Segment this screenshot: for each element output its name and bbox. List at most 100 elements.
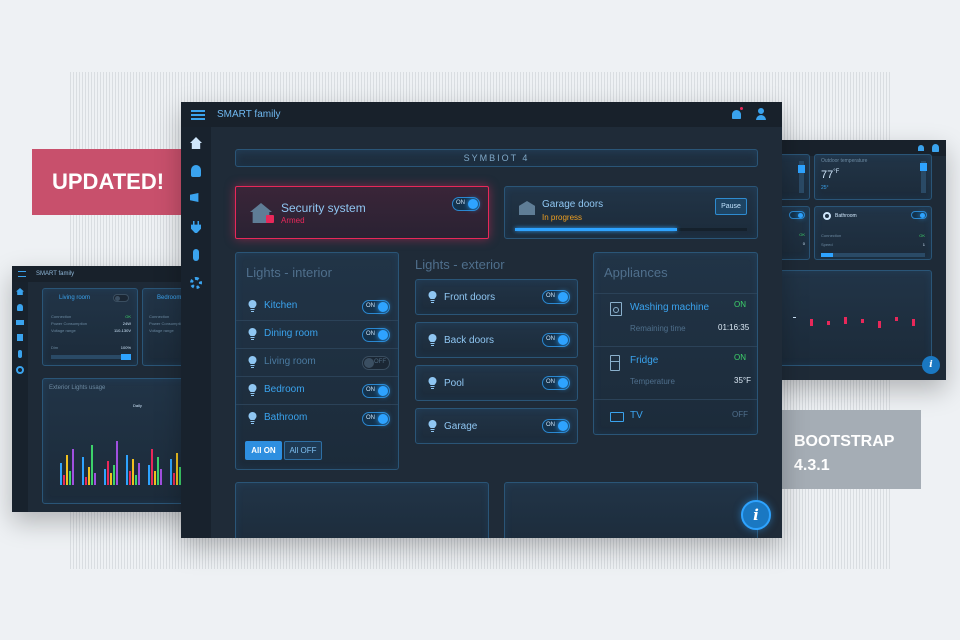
toggle-text: ON bbox=[546, 422, 555, 428]
light-toggle[interactable]: ON bbox=[362, 412, 390, 426]
bell-icon[interactable] bbox=[732, 110, 741, 119]
chart-bar bbox=[104, 469, 106, 485]
thermometer-icon[interactable] bbox=[193, 249, 199, 261]
chart-bar bbox=[126, 455, 128, 485]
speed-bar[interactable] bbox=[821, 253, 925, 257]
row-label: Speed bbox=[821, 242, 833, 247]
chart-title: Exterior Lights usage bbox=[49, 385, 106, 391]
temperature-label: Outdoor temperature bbox=[821, 158, 868, 164]
light-label: Living room bbox=[264, 356, 316, 367]
bootstrap-badge: BOOTSTRAP 4.3.1 bbox=[780, 410, 921, 489]
appliance-state: ON bbox=[734, 300, 746, 309]
dim-row: Dim 100% bbox=[51, 345, 131, 350]
appliance-state: OFF bbox=[732, 410, 748, 419]
light-toggle[interactable]: ON bbox=[362, 384, 390, 398]
bell-icon[interactable] bbox=[918, 145, 924, 151]
interior-light-row: Living room OFF bbox=[236, 349, 398, 377]
row-label: Power Consumption bbox=[51, 321, 88, 326]
info-button[interactable]: i bbox=[741, 500, 771, 530]
light-toggle[interactable]: ON bbox=[362, 300, 390, 314]
bottom-panel-right bbox=[504, 482, 758, 538]
home-icon[interactable] bbox=[190, 137, 202, 149]
bulb-icon[interactable] bbox=[191, 165, 201, 177]
app-title: SMART family bbox=[217, 109, 281, 120]
toggle-text: ON bbox=[366, 387, 375, 393]
garage-progress-track bbox=[515, 228, 747, 231]
menu-icon[interactable] bbox=[191, 109, 205, 120]
chart-bar bbox=[154, 471, 156, 485]
chart-bar bbox=[91, 445, 93, 485]
left-app-title: SMART family bbox=[36, 271, 75, 277]
toggle-text: ON bbox=[366, 331, 375, 337]
security-system-card[interactable]: Security system Armed ON bbox=[235, 186, 489, 239]
light-toggle[interactable]: ON bbox=[542, 333, 570, 347]
row-label: Voltage range bbox=[51, 328, 76, 333]
security-toggle[interactable]: ON bbox=[452, 197, 480, 211]
row-value: 0 bbox=[802, 241, 805, 246]
temperature-slider[interactable] bbox=[920, 161, 927, 193]
chart-bar bbox=[88, 467, 90, 485]
exterior-light-card: Garage ON bbox=[415, 408, 578, 444]
chart-bar bbox=[129, 471, 131, 485]
chart-bar bbox=[135, 475, 137, 485]
light-toggle[interactable]: ON bbox=[362, 328, 390, 342]
gear-icon[interactable] bbox=[190, 277, 202, 289]
chart-bar bbox=[113, 465, 115, 485]
all-off-button[interactable]: All OFF bbox=[284, 441, 322, 460]
left-card-toggle[interactable] bbox=[113, 294, 129, 302]
chart-bar bbox=[94, 473, 96, 485]
light-toggle[interactable]: ON bbox=[542, 290, 570, 304]
chart-bar bbox=[157, 457, 159, 485]
left-topbar: SMART family bbox=[12, 266, 192, 282]
chart-subtitle: Daily bbox=[133, 403, 142, 408]
light-label: Bedroom bbox=[264, 384, 305, 395]
chart-bar bbox=[148, 465, 150, 485]
chart-bar bbox=[173, 473, 175, 485]
chart-bar bbox=[151, 449, 153, 485]
bulb-icon[interactable] bbox=[17, 304, 23, 311]
camera-icon[interactable] bbox=[16, 320, 24, 325]
thermometer-icon[interactable] bbox=[18, 350, 22, 358]
dim-label: Dim bbox=[51, 345, 59, 350]
plug-icon[interactable] bbox=[17, 334, 23, 341]
toggle-text: OFF bbox=[374, 359, 386, 365]
light-toggle[interactable]: ON bbox=[542, 419, 570, 433]
washing-machine-icon bbox=[610, 302, 622, 316]
gear-icon[interactable] bbox=[16, 366, 24, 374]
row-value: 110-130V bbox=[113, 328, 131, 333]
menu-icon[interactable] bbox=[18, 271, 26, 277]
row-label: Connection bbox=[51, 314, 72, 319]
bottom-panel-left bbox=[235, 482, 489, 538]
left-card-living-room: Living room Connection OK Power Consumpti… bbox=[42, 288, 138, 366]
all-on-button[interactable]: All ON bbox=[245, 441, 282, 460]
camera-icon[interactable] bbox=[190, 193, 199, 202]
pause-button[interactable]: Pause bbox=[715, 198, 747, 215]
light-label: Back doors bbox=[444, 335, 495, 346]
right-mini-chart bbox=[793, 317, 915, 328]
banner-logo: SYMBIOT 4 bbox=[463, 153, 530, 163]
user-icon[interactable] bbox=[756, 108, 766, 120]
info-button[interactable]: i bbox=[922, 356, 940, 374]
left-preview-screen: SMART family Living room Connection OK Po… bbox=[12, 266, 192, 512]
plug-icon[interactable] bbox=[191, 221, 201, 233]
garage-progress-fill bbox=[515, 228, 678, 231]
light-toggle[interactable]: OFF bbox=[362, 356, 390, 370]
garage-doors-title: Garage doors bbox=[542, 199, 604, 210]
vertical-slider[interactable] bbox=[798, 161, 805, 193]
dim-slider[interactable] bbox=[51, 354, 131, 360]
temperature-readout: 77°F bbox=[821, 169, 839, 181]
home-icon[interactable] bbox=[16, 288, 24, 295]
light-label: Bathroom bbox=[264, 412, 308, 423]
right-card-a-toggle[interactable] bbox=[789, 211, 805, 219]
main-dashboard-screen: SMART family SYMBIOT 4 Security system A… bbox=[181, 102, 782, 538]
interior-light-row: Bathroom ON bbox=[236, 405, 398, 433]
appliance-sub-value: 01:16:35 bbox=[718, 323, 750, 332]
user-icon[interactable] bbox=[932, 144, 939, 152]
light-toggle[interactable]: ON bbox=[542, 376, 570, 390]
bootstrap-version: 4.3.1 bbox=[794, 457, 830, 474]
row-label: Connection bbox=[149, 314, 170, 319]
bathroom-toggle[interactable] bbox=[911, 211, 927, 219]
toggle-text: ON bbox=[456, 200, 465, 206]
light-label: Garage bbox=[444, 421, 478, 432]
tv-icon bbox=[610, 412, 624, 422]
